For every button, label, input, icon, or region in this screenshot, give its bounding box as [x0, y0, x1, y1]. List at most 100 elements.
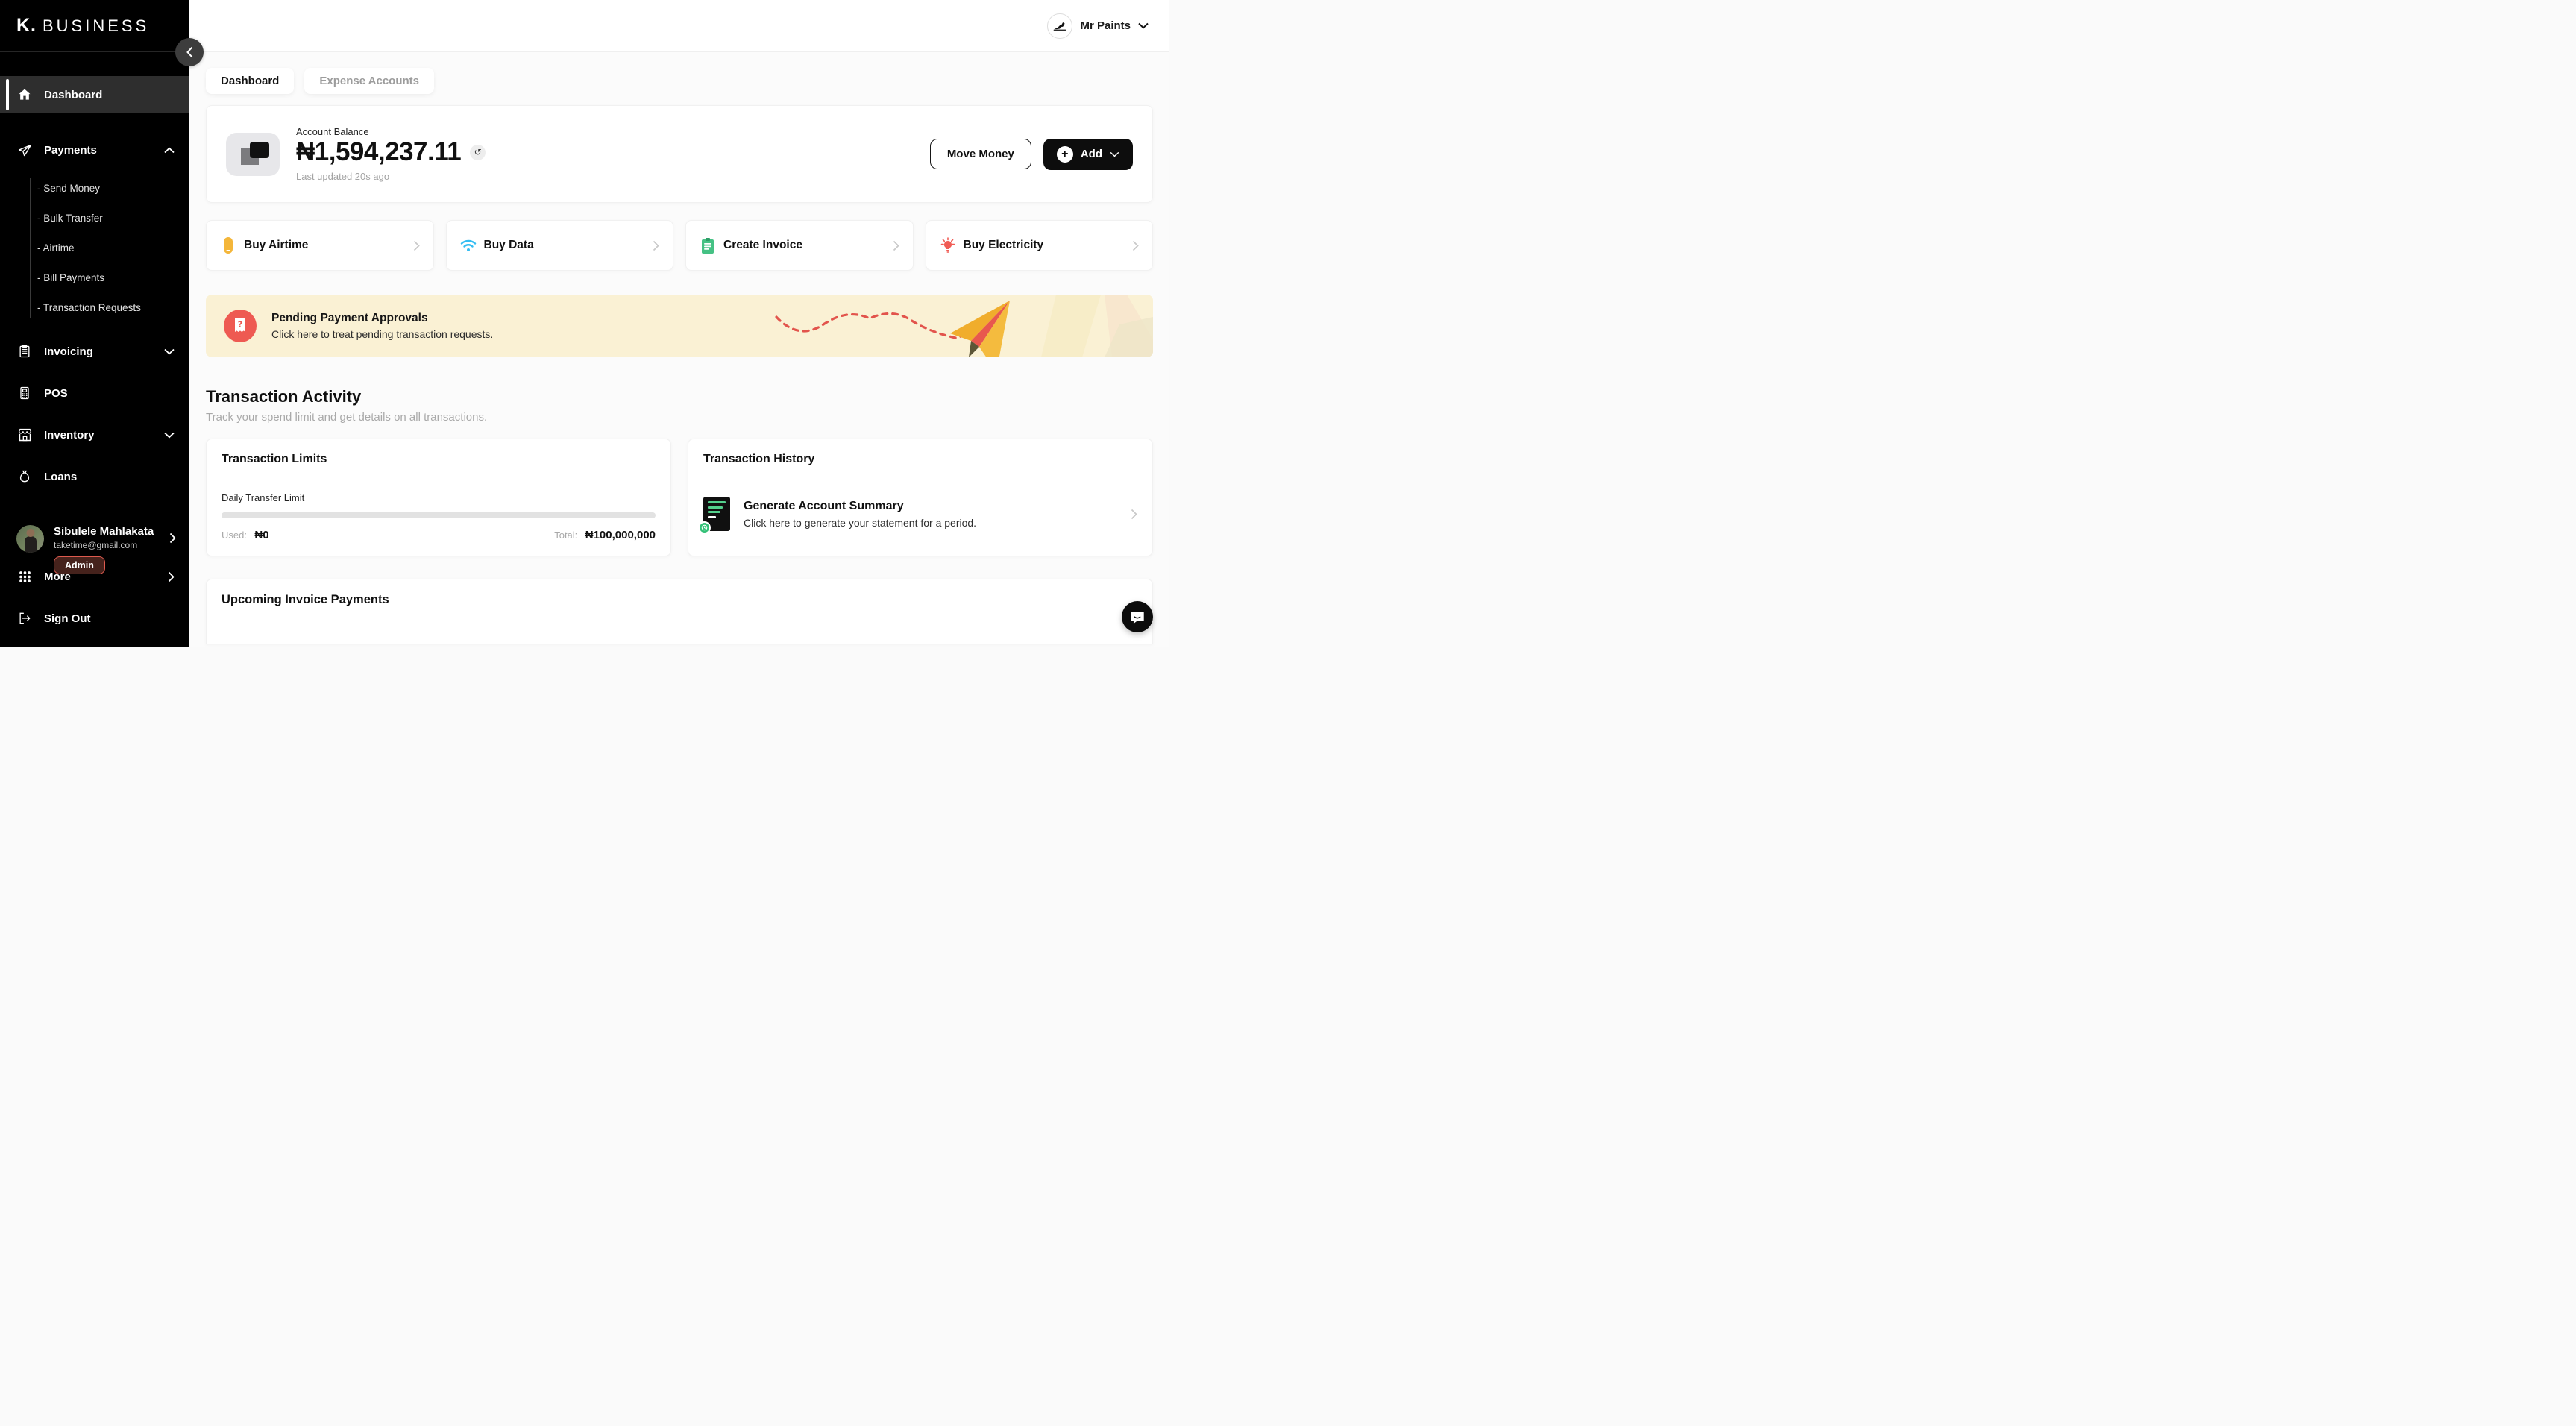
brand-stripes-icon	[1052, 20, 1067, 32]
transaction-limits-title: Transaction Limits	[207, 439, 670, 480]
total-label: Total:	[554, 530, 577, 541]
used-value: ₦0	[254, 529, 268, 541]
wifi-icon	[460, 237, 477, 254]
sidebar-subitem-send-money[interactable]: - Send Money	[37, 173, 189, 203]
sidebar-item-loans[interactable]: Loans	[0, 458, 189, 495]
user-email: taketime@gmail.com	[54, 540, 169, 550]
chevron-down-icon	[1138, 22, 1149, 29]
sidebar-item-label: More	[44, 571, 71, 583]
create-invoice-card[interactable]: Create Invoice	[685, 220, 914, 271]
app-root: K. BUSINESS Dashboard Payments	[0, 0, 1169, 647]
quick-action-label: Buy Electricity	[964, 239, 1044, 252]
sidebar-item-inventory[interactable]: Inventory	[0, 416, 189, 453]
sidebar-item-payments[interactable]: Payments	[0, 131, 189, 169]
refresh-balance-button[interactable]: ↺	[470, 145, 486, 160]
sidebar-nav: Dashboard Payments - Send Money - Bulk T…	[0, 76, 189, 495]
transfer-limit-progress-bar	[222, 512, 656, 518]
buy-electricity-card[interactable]: Buy Electricity	[926, 220, 1154, 271]
dashboard-content: Dashboard Expense Accounts Account Balan…	[189, 52, 1169, 644]
move-money-button[interactable]: Move Money	[930, 139, 1031, 169]
sidebar: K. BUSINESS Dashboard Payments	[0, 0, 189, 647]
sidebar-item-dashboard[interactable]: Dashboard	[0, 76, 189, 113]
chevron-down-icon	[164, 348, 175, 355]
banner-title: Pending Payment Approvals	[271, 312, 493, 325]
storefront-icon	[16, 427, 33, 443]
sidebar-subitem-airtime[interactable]: - Airtime	[37, 233, 189, 263]
sidebar-item-invoicing[interactable]: Invoicing	[0, 333, 189, 370]
buy-airtime-card[interactable]: Buy Airtime	[206, 220, 434, 271]
sidebar-item-pos[interactable]: POS	[0, 374, 189, 412]
payments-submenu: - Send Money - Bulk Transfer - Airtime -…	[0, 173, 189, 322]
tab-expense-accounts[interactable]: Expense Accounts	[304, 68, 434, 94]
quick-actions: Buy Airtime Buy Data	[206, 220, 1153, 271]
light-bulb-icon	[940, 237, 956, 254]
chevron-down-icon	[1110, 151, 1119, 157]
transaction-history-title: Transaction History	[688, 439, 1152, 480]
generate-summary-title: Generate Account Summary	[744, 500, 976, 513]
activity-panels: Transaction Limits Daily Transfer Limit …	[206, 439, 1153, 556]
total-value: ₦100,000,000	[585, 529, 656, 541]
transaction-activity-subtitle: Track your spend limit and get details o…	[206, 411, 1153, 424]
sidebar-collapse-button[interactable]	[175, 38, 204, 66]
chevron-right-icon	[653, 240, 659, 251]
daily-transfer-limit-label: Daily Transfer Limit	[222, 492, 656, 503]
chat-support-button[interactable]	[1122, 601, 1153, 632]
pos-terminal-icon	[16, 385, 33, 401]
sidebar-item-label: Loans	[44, 471, 77, 483]
sidebar-item-signout[interactable]: Sign Out	[0, 600, 189, 637]
svg-text:?: ?	[238, 320, 242, 330]
pending-approvals-banner[interactable]: ? Pending Payment Approvals Click here t…	[206, 295, 1153, 357]
paper-plane-icon	[16, 142, 33, 158]
sidebar-item-label: POS	[44, 387, 68, 400]
add-label: Add	[1081, 148, 1102, 160]
generate-summary-subtitle: Click here to generate your statement fo…	[744, 517, 976, 529]
upcoming-invoice-payments-panel: Upcoming Invoice Payments	[206, 579, 1153, 644]
chevron-right-icon	[168, 571, 175, 582]
sidebar-item-more[interactable]: More	[0, 558, 189, 595]
quick-action-label: Buy Airtime	[244, 239, 308, 252]
sidebar-item-label: Sign Out	[44, 612, 91, 625]
quick-action-label: Buy Data	[484, 239, 534, 252]
sidebar-item-label: Invoicing	[44, 345, 93, 358]
generate-account-summary-row[interactable]: Generate Account Summary Click here to g…	[703, 492, 1137, 533]
chevron-left-icon	[186, 46, 193, 58]
phone-airtime-icon	[220, 237, 236, 254]
buy-data-card[interactable]: Buy Data	[446, 220, 674, 271]
banner-subtitle: Click here to treat pending transaction …	[271, 328, 493, 340]
chevron-right-icon	[893, 240, 899, 251]
brand-k-mark: K.	[16, 15, 37, 37]
sidebar-item-label: Dashboard	[44, 89, 102, 101]
business-name: Mr Paints	[1080, 19, 1131, 32]
plus-icon: +	[1057, 146, 1073, 163]
user-name: Sibulele Mahlakata	[54, 525, 169, 538]
money-bag-icon	[16, 468, 33, 485]
chat-bubble-icon	[1129, 609, 1146, 625]
sidebar-item-label: Inventory	[44, 429, 95, 442]
sidebar-subitem-bulk-transfer[interactable]: - Bulk Transfer	[37, 203, 189, 233]
tabs: Dashboard Expense Accounts	[206, 68, 1153, 94]
sidebar-subitem-transaction-requests[interactable]: - Transaction Requests	[37, 292, 189, 322]
chevron-right-icon	[413, 240, 420, 251]
transaction-activity-title: Transaction Activity	[206, 387, 1153, 406]
clipboard-icon	[16, 343, 33, 359]
sidebar-subitem-bill-payments[interactable]: - Bill Payments	[37, 263, 189, 292]
brand-logo: K. BUSINESS	[0, 0, 189, 52]
chevron-right-icon	[169, 533, 176, 544]
top-header: Mr Paints	[189, 0, 1169, 52]
brand-name: BUSINESS	[43, 16, 149, 36]
balance-amount: ₦1,594,237.11	[296, 137, 461, 167]
paper-plane-illustration	[773, 295, 1056, 357]
add-money-button[interactable]: + Add	[1043, 139, 1133, 170]
balance-updated: Last updated 20s ago	[296, 171, 486, 182]
pending-receipt-icon: ?	[224, 310, 257, 342]
home-icon	[16, 87, 33, 103]
cards-icon	[226, 133, 280, 176]
business-switcher[interactable]: Mr Paints	[1047, 13, 1149, 39]
balance-label: Account Balance	[296, 126, 486, 137]
sign-out-icon	[16, 610, 33, 626]
clock-badge-icon	[698, 521, 711, 534]
sidebar-item-label: Payments	[44, 144, 97, 157]
used-label: Used:	[222, 530, 247, 541]
user-avatar	[16, 525, 44, 553]
tab-dashboard[interactable]: Dashboard	[206, 68, 294, 94]
